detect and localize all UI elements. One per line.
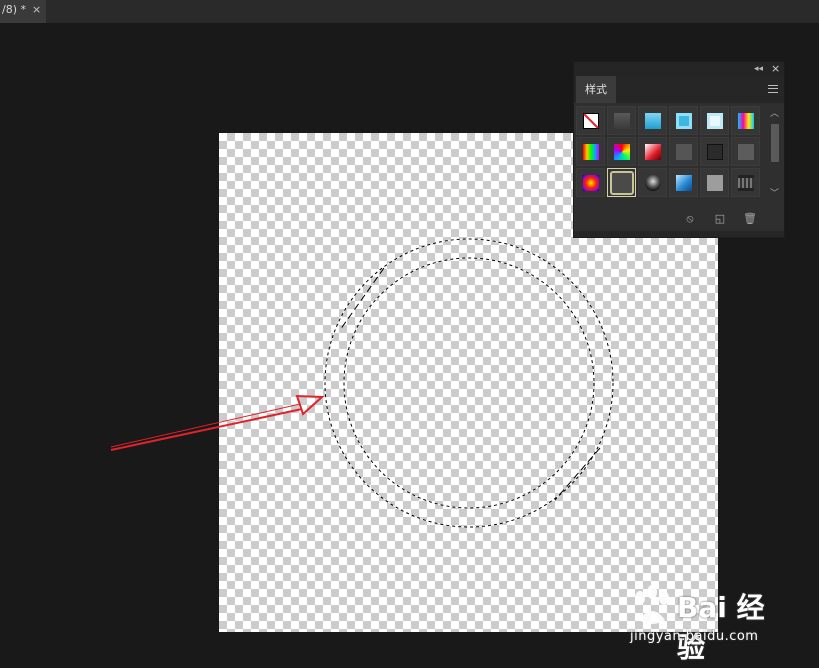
- scroll-up-icon[interactable]: ︿: [770, 106, 779, 119]
- style-swatch-cyan-frame[interactable]: [669, 106, 698, 135]
- style-swatch-film-strip[interactable]: [731, 168, 760, 197]
- style-swatch-spectrum-gradient[interactable]: [607, 137, 636, 166]
- style-swatch-blue-glass[interactable]: [669, 168, 698, 197]
- style-swatch-red-gradient[interactable]: [638, 137, 667, 166]
- style-swatch-radial-rainbow[interactable]: [576, 168, 605, 197]
- baidu-paw-icon: [635, 585, 669, 624]
- document-tab[interactable]: /8) * ×: [0, 0, 46, 23]
- no-style-icon: [583, 113, 599, 129]
- hamburger-menu-icon[interactable]: [768, 85, 778, 93]
- collapse-panel-icon[interactable]: ◂◂: [754, 62, 763, 76]
- tab-styles[interactable]: 样式: [576, 76, 616, 103]
- style-swatch-light-gray[interactable]: [700, 168, 729, 197]
- panel-footer: ⦸ ◱ 🗑: [574, 208, 784, 232]
- watermark-brand: Bai 经验: [677, 591, 765, 664]
- clear-style-icon[interactable]: ⦸: [684, 213, 696, 225]
- style-swatch-chrome-sphere[interactable]: [638, 168, 667, 197]
- close-icon[interactable]: ×: [32, 0, 41, 20]
- scroll-down-icon[interactable]: ﹀: [770, 186, 779, 199]
- style-swatch-selected-outline[interactable]: [607, 168, 636, 197]
- swatch-scrollbar[interactable]: ︿ ﹀: [769, 106, 781, 200]
- baidu-watermark: Bai 经验 jingyan.baidu.com: [627, 584, 787, 664]
- styles-panel: ◂◂ × 样式 ︿ ﹀ ⦸ ◱ 🗑: [573, 61, 785, 238]
- document-tab-bar: /8) * ×: [0, 0, 819, 23]
- document-tab-title: /8) *: [2, 3, 26, 16]
- panel-title-bar[interactable]: ◂◂ ×: [574, 62, 784, 76]
- style-swatch-vertical-rainbow[interactable]: [576, 137, 605, 166]
- watermark-url: jingyan.baidu.com: [630, 629, 759, 644]
- close-panel-icon[interactable]: ×: [771, 62, 780, 76]
- style-swatch-gray-bevel[interactable]: [731, 137, 760, 166]
- delete-style-icon[interactable]: 🗑: [743, 213, 757, 225]
- panel-bottom-edge: [574, 231, 784, 237]
- style-swatch-light-cyan-frame[interactable]: [700, 106, 729, 135]
- panel-tab-row: 样式: [574, 76, 784, 103]
- new-style-icon[interactable]: ◱: [714, 213, 726, 225]
- style-swatch-rainbow-stripes[interactable]: [731, 106, 760, 135]
- style-swatch-dark-gray-shadow[interactable]: [607, 106, 636, 135]
- style-swatch-grid: [576, 104, 766, 208]
- style-swatch-dark-gray-bevel[interactable]: [669, 137, 698, 166]
- style-swatch-cyan-gradient[interactable]: [638, 106, 667, 135]
- scroll-thumb[interactable]: [771, 124, 779, 162]
- style-swatch-black-stroke[interactable]: [700, 137, 729, 166]
- style-swatch-none[interactable]: [576, 106, 605, 135]
